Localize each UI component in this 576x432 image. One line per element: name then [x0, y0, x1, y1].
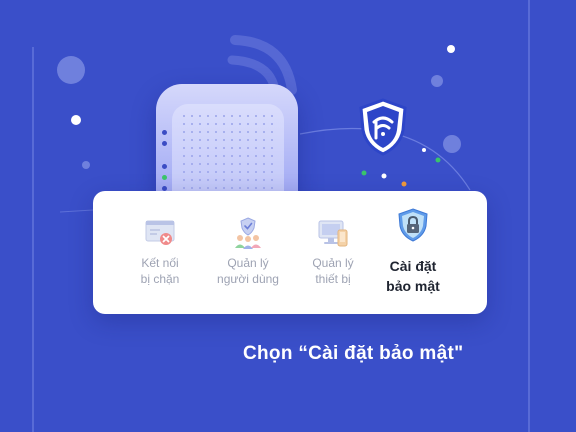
menu-item-security-settings[interactable]: Cài đặt bảo mật	[368, 191, 458, 314]
shield-logo-icon	[359, 98, 407, 156]
menu-item-label: Quản lý thiết bị	[312, 256, 354, 286]
menu-item-blocked-connections[interactable]: Kết nối bị chặn	[115, 191, 205, 314]
instruction-caption: Chọn “Cài đặt bảo mật"	[243, 343, 464, 364]
menu-item-device-management[interactable]: Quản lý thiết bị	[288, 191, 378, 314]
menu-item-label: Kết nối bị chặn	[140, 256, 180, 286]
security-settings-icon	[398, 208, 428, 242]
menu-item-label: Cài đặt bảo mật	[386, 258, 440, 294]
router-leds	[162, 130, 168, 197]
device-management-icon	[318, 220, 348, 247]
settings-menu-card: Kết nối bị chặn Quản lý người dùng Quản …	[93, 191, 487, 314]
blocked-connection-icon	[145, 220, 175, 245]
menu-item-label: Quản lý người dùng	[217, 256, 279, 286]
menu-item-user-management[interactable]: Quản lý người dùng	[203, 191, 293, 314]
user-management-icon	[235, 217, 261, 249]
